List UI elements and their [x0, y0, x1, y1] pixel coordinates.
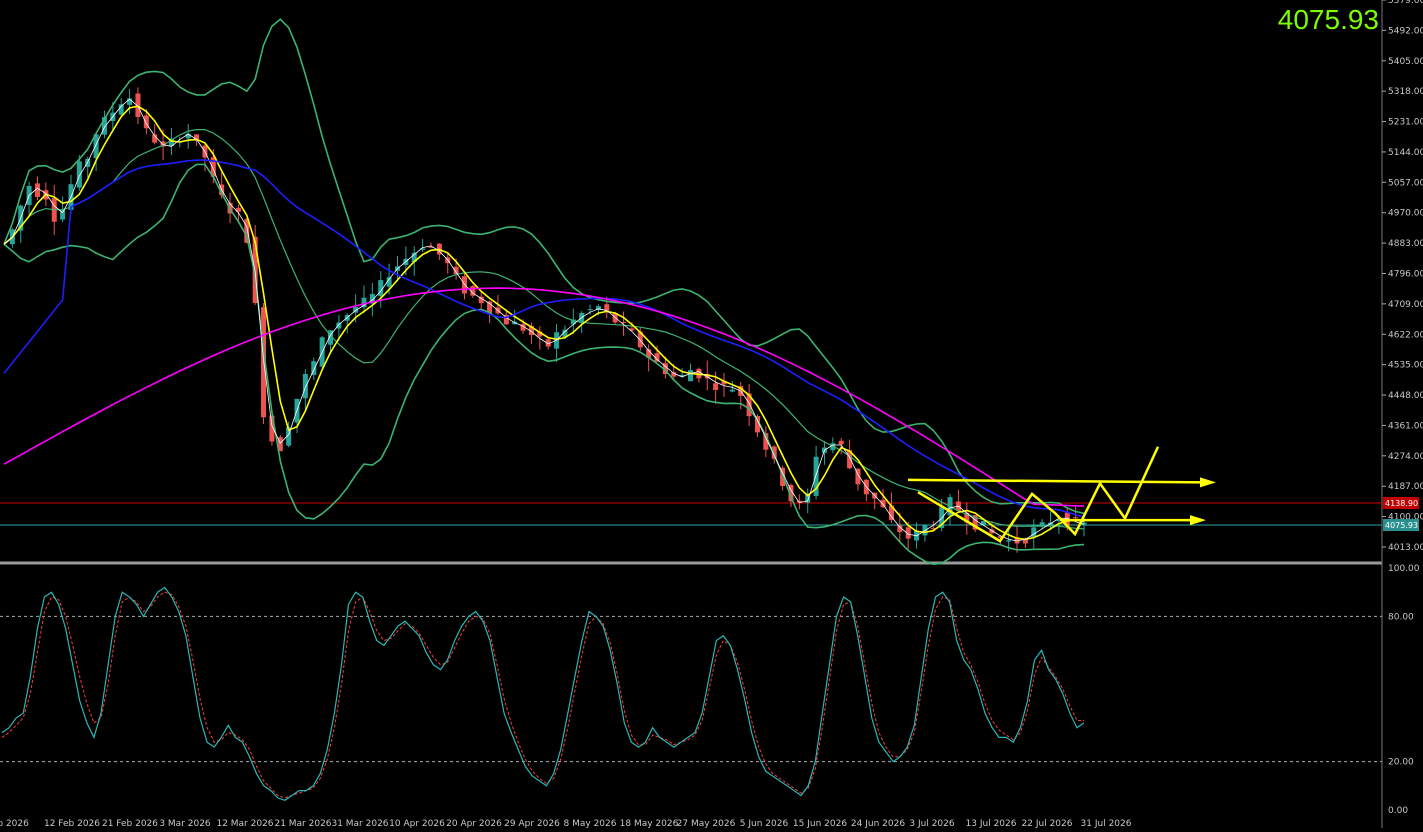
time-tick-label: 22 Jul 2026 [1022, 819, 1073, 828]
current-price-display: 4075.93 [1277, 4, 1379, 35]
time-tick-label: 5 Jun 2026 [740, 819, 789, 828]
time-tick-label: 3 Mar 2026 [159, 819, 211, 828]
price-tick-label: 4187.00 [1388, 482, 1423, 492]
price-tick-label: 5318.00 [1388, 87, 1423, 97]
candle-body [76, 161, 82, 188]
candle-body [1073, 517, 1079, 519]
candle-body [135, 93, 141, 118]
level-price-label: 4138.90 [1385, 499, 1418, 508]
stoch-tick-label: 20.00 [1388, 758, 1414, 768]
time-tick-label: 27 May 2026 [677, 819, 736, 828]
price-tick-label: 5144.00 [1388, 148, 1423, 158]
candle-body [981, 520, 987, 526]
price-tick-label: 4535.00 [1388, 361, 1423, 371]
time-tick-label: 8 May 2026 [564, 819, 617, 828]
candle-body [453, 266, 459, 275]
stoch-tick-label: 80.00 [1388, 612, 1414, 622]
time-tick-label: 21 Feb 2026 [102, 819, 158, 828]
candle-body [302, 373, 308, 399]
time-tick-label: 20 Apr 2026 [446, 819, 502, 828]
time-tick-label: 31 Jul 2026 [1081, 819, 1132, 828]
time-tick-label: 3 Jul 2026 [909, 819, 954, 828]
chart-window: 5579.00 5492.00 5405.00 5318.00 5231.00 5144.… [0, 0, 1423, 829]
time-tick-label: 10 Apr 2026 [389, 819, 445, 828]
price-tick-label: 5492.00 [1388, 26, 1423, 36]
time-tick-label: 12 Feb 2026 [44, 819, 100, 828]
time-tick-label: 31 Mar 2026 [331, 819, 388, 828]
price-tick-label: 4274.00 [1388, 452, 1423, 462]
time-tick-label: 18 May 2026 [620, 819, 679, 828]
price-tick-label: 5057.00 [1388, 178, 1423, 188]
time-tick-label: 13 Jul 2026 [966, 819, 1017, 828]
price-tick-label: 4361.00 [1388, 421, 1423, 431]
current-price-label: 4075.93 [1385, 521, 1418, 530]
candle-body [688, 370, 694, 382]
candle-body [587, 309, 593, 311]
price-tick-label: 4448.00 [1388, 391, 1423, 401]
candle-body [713, 383, 719, 390]
time-tick-label: Feb 2026 [0, 819, 29, 828]
candle-body [1031, 527, 1037, 538]
chart-background [0, 0, 1423, 828]
chart-canvas[interactable]: 5579.00 5492.00 5405.00 5318.00 5231.00 5144.… [0, 0, 1423, 829]
price-tick-label: 5579.00 [1388, 0, 1423, 6]
time-tick-label: 21 Mar 2026 [274, 819, 331, 828]
price-tick-label: 4796.00 [1388, 269, 1423, 279]
time-tick-label: 29 Apr 2026 [504, 819, 560, 828]
price-tick-label: 4709.00 [1388, 300, 1423, 310]
candle-body [838, 440, 844, 445]
price-tick-label: 5405.00 [1388, 57, 1423, 67]
candle-body [880, 499, 886, 508]
price-tick-label: 4622.00 [1388, 330, 1423, 340]
time-tick-label: 15 Jun 2026 [793, 819, 847, 828]
candle-body [1006, 540, 1012, 542]
candle-body [729, 389, 735, 392]
price-tick-label: 4013.00 [1388, 543, 1423, 553]
price-tick-label: 4970.00 [1388, 209, 1423, 219]
price-tick-label: 4883.00 [1388, 239, 1423, 249]
time-tick-label: 12 Mar 2026 [216, 819, 273, 828]
price-tick-label: 5231.00 [1388, 118, 1423, 128]
stoch-tick-label: 100.00 [1388, 564, 1420, 574]
time-tick-label: 24 Jun 2026 [851, 819, 905, 828]
stoch-tick-label: 0.00 [1388, 806, 1408, 816]
